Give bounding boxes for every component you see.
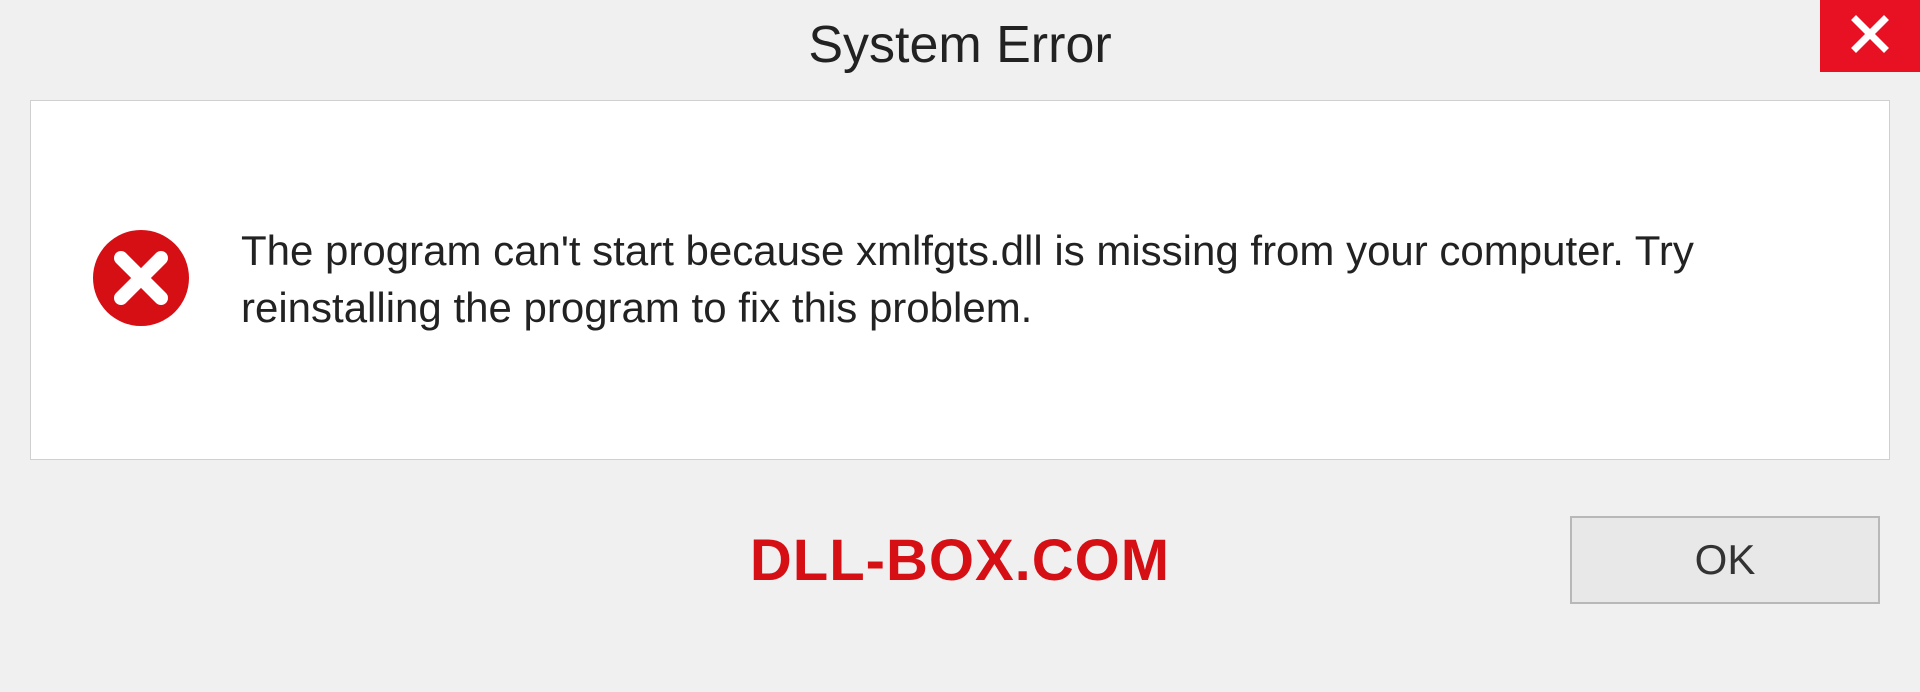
ok-button-label: OK [1695, 536, 1756, 584]
dialog-title: System Error [808, 15, 1111, 75]
dialog-message: The program can't start because xmlfgts.… [241, 223, 1829, 336]
ok-button[interactable]: OK [1570, 516, 1880, 604]
close-button[interactable] [1820, 0, 1920, 72]
close-icon [1850, 14, 1890, 59]
error-icon [91, 228, 191, 333]
watermark-text: DLL-BOX.COM [750, 527, 1170, 594]
titlebar: System Error [0, 0, 1920, 100]
dialog-footer: DLL-BOX.COM OK [0, 490, 1920, 630]
dialog-content: The program can't start because xmlfgts.… [30, 100, 1890, 460]
